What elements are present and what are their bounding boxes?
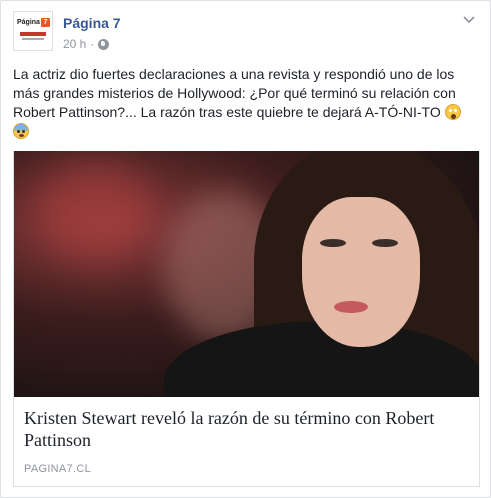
logo-bar-secondary xyxy=(22,38,44,40)
post-card: Página 7 Página 7 20 h · La actriz dio fu… xyxy=(0,0,491,498)
link-preview-image[interactable] xyxy=(14,151,479,397)
logo-mark: Página 7 xyxy=(17,18,50,27)
link-preview-domain: PAGINA7.CL xyxy=(24,463,91,475)
timestamp-link[interactable]: 20 h xyxy=(63,37,86,51)
post-header: Página 7 Página 7 20 h · xyxy=(13,11,478,57)
post-text: La actriz dio fuertes declaraciones a un… xyxy=(13,66,456,120)
face-screaming-in-fear-emoji xyxy=(444,104,461,120)
link-preview-card[interactable]: Kristen Stewart reveló la razón de su té… xyxy=(13,151,480,487)
page-name-link[interactable]: Página 7 xyxy=(63,15,121,31)
post-meta: 20 h · xyxy=(63,37,110,51)
logo-bar xyxy=(20,32,46,36)
link-preview-title[interactable]: Kristen Stewart reveló la razón de su té… xyxy=(24,407,470,451)
fearful-face-emoji xyxy=(13,123,29,139)
page-avatar[interactable]: Página 7 xyxy=(13,11,53,51)
post-message: La actriz dio fuertes declaraciones a un… xyxy=(13,65,479,141)
meta-separator: · xyxy=(90,37,95,51)
chevron-down-icon[interactable] xyxy=(460,13,478,27)
globe-icon[interactable] xyxy=(98,38,110,50)
